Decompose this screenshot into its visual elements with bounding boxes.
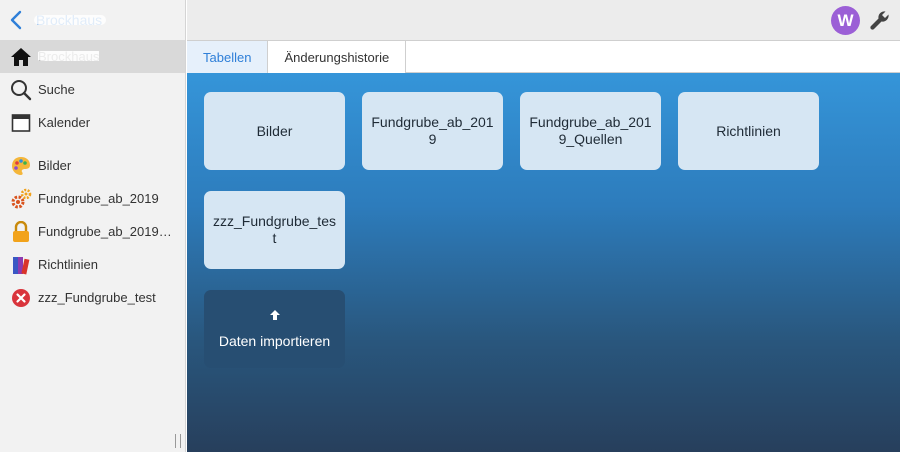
sidebar-item-search[interactable]: Suche bbox=[0, 73, 185, 106]
sidebar-item-calendar[interactable]: Kalender bbox=[0, 106, 185, 139]
sidebar-item-label: zzz_Fundgrube_test bbox=[38, 290, 156, 305]
chevron-left-icon[interactable] bbox=[10, 10, 26, 30]
sidebar-header: Brockhaus bbox=[0, 0, 185, 40]
upload-arrow-icon bbox=[269, 308, 281, 325]
tab-aenderungshistorie[interactable]: Änderungshistorie bbox=[268, 41, 407, 73]
sidebar-item-label: Fundgrube_ab_2019 bbox=[38, 191, 159, 206]
tab-bar: Tabellen Änderungshistorie bbox=[187, 41, 900, 73]
sidebar-item-bilder[interactable]: Bilder bbox=[0, 149, 185, 182]
palette-icon bbox=[10, 155, 32, 177]
sidebar-item-zzz-test[interactable]: zzz_Fundgrube_test bbox=[0, 281, 185, 314]
error-icon bbox=[10, 287, 32, 309]
gears-icon bbox=[10, 188, 32, 210]
home-icon bbox=[10, 46, 32, 68]
search-icon bbox=[10, 79, 32, 101]
sidebar-item-fundgrube[interactable]: Fundgrube_ab_2019 bbox=[0, 182, 185, 215]
sidebar-item-home[interactable]: Brockhaus bbox=[0, 40, 185, 73]
table-tile-fundgrube-quellen[interactable]: Fundgrube_ab_2019_Quellen bbox=[520, 92, 661, 170]
import-label: Daten importieren bbox=[218, 333, 331, 349]
back-title[interactable]: Brockhaus bbox=[33, 12, 107, 28]
lock-icon bbox=[10, 220, 32, 243]
sidebar-item-label: Bilder bbox=[38, 158, 72, 173]
sidebar: Brockhaus Brockhaus Suche Kalender Bilde… bbox=[0, 0, 186, 452]
sidebar-item-label: Kalender bbox=[38, 115, 91, 130]
sidebar-item-richtlinien[interactable]: Richtlinien bbox=[0, 248, 185, 281]
table-tile-richtlinien[interactable]: Richtlinien bbox=[678, 92, 819, 170]
topbar: W bbox=[187, 0, 900, 41]
books-icon bbox=[10, 254, 32, 276]
main-content: Bilder Fundgrube_ab_2019 Fundgrube_ab_20… bbox=[187, 73, 900, 452]
sidebar-item-label: Fundgrube_ab_2019… bbox=[38, 224, 172, 239]
table-tile-zzz-test[interactable]: zzz_Fundgrube_test bbox=[204, 191, 345, 269]
table-tile-bilder[interactable]: Bilder bbox=[204, 92, 345, 170]
import-data-button[interactable]: Daten importieren bbox=[204, 290, 345, 368]
wrench-icon[interactable] bbox=[868, 8, 892, 32]
sidebar-item-label: Brockhaus bbox=[38, 49, 100, 64]
user-avatar[interactable]: W bbox=[831, 6, 860, 35]
table-tile-fundgrube[interactable]: Fundgrube_ab_2019 bbox=[362, 92, 503, 170]
sidebar-item-label: Richtlinien bbox=[38, 257, 98, 272]
calendar-icon bbox=[10, 112, 32, 134]
tab-tabellen[interactable]: Tabellen bbox=[187, 41, 269, 73]
sidebar-item-label: Suche bbox=[38, 82, 75, 97]
resize-handle[interactable] bbox=[175, 434, 181, 448]
sidebar-item-fundgrube-quellen[interactable]: Fundgrube_ab_2019… bbox=[0, 215, 185, 248]
